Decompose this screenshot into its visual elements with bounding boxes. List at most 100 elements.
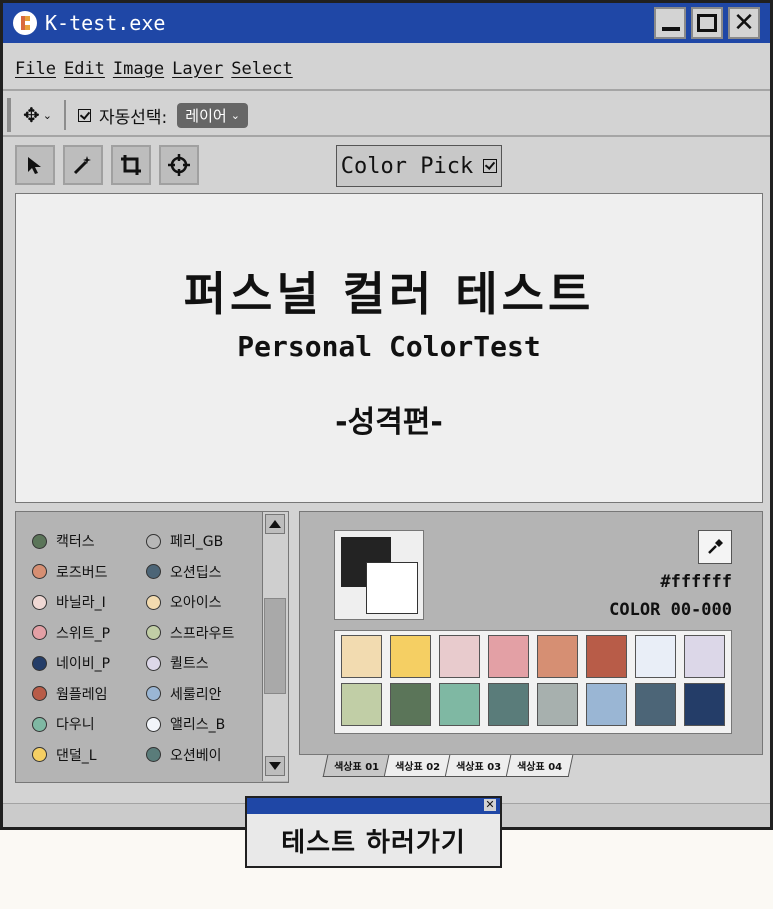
color-dot-icon	[32, 564, 47, 580]
color-swatch[interactable]	[586, 635, 627, 678]
color-dot-icon	[146, 655, 161, 671]
color-list-panel: 캑터스 로즈버드 바닐라_I 스위트_P 네이비_P 웜플레임 다우니 댄덜_L…	[15, 511, 289, 783]
target-tool-button[interactable]	[159, 145, 199, 185]
minimize-icon	[662, 27, 680, 31]
move-icon: ✥	[23, 103, 40, 127]
page-subtitle: Personal ColorTest	[237, 330, 541, 363]
color-swatch[interactable]	[684, 635, 725, 678]
move-tool-dropdown[interactable]: ✥ ⌄	[23, 103, 52, 127]
list-item[interactable]: 세룰리안	[146, 679, 234, 710]
color-dot-icon	[32, 747, 47, 763]
color-dot-icon	[146, 747, 161, 763]
swatch-grid	[334, 630, 732, 734]
menu-edit[interactable]: Edit	[64, 59, 105, 79]
color-pick-label: Color Pick	[340, 153, 474, 179]
fg-bg-swatch[interactable]	[334, 530, 424, 620]
list-item[interactable]: 오아이스	[146, 587, 234, 618]
options-toolbar: ✥ ⌄ 자동선택: 레이어 ⌄	[3, 95, 770, 137]
color-dot-icon	[32, 716, 47, 732]
color-swatch[interactable]	[488, 635, 529, 678]
list-item[interactable]: 댄덜_L	[32, 740, 110, 771]
menu-image[interactable]: Image	[113, 59, 164, 79]
color-dot-icon	[32, 686, 47, 702]
list-scrollbar[interactable]	[262, 512, 288, 781]
chevron-down-icon: ⌄	[230, 108, 240, 122]
start-test-button[interactable]: 테스트 하러가기	[247, 822, 500, 859]
layer-select-value: 레이어	[185, 106, 227, 125]
menu-select[interactable]: Select	[231, 59, 292, 79]
start-test-dialog[interactable]: ✕ 테스트 하러가기	[245, 796, 502, 868]
list-item[interactable]: 퀼트스	[146, 648, 234, 679]
scroll-up-button[interactable]	[265, 514, 285, 534]
color-swatch[interactable]	[684, 683, 725, 726]
list-item[interactable]: 스위트_P	[32, 618, 110, 649]
color-swatch[interactable]	[390, 683, 431, 726]
close-button[interactable]: ✕	[728, 7, 760, 39]
color-dot-icon	[32, 594, 47, 610]
minimize-button[interactable]	[654, 7, 686, 39]
color-swatch[interactable]	[635, 635, 676, 678]
list-item[interactable]: 스프라우트	[146, 618, 234, 649]
crosshair-icon	[168, 154, 190, 176]
color-dot-icon	[32, 625, 47, 641]
tab-palette-04[interactable]: 색상표 04	[505, 755, 574, 777]
color-swatch[interactable]	[341, 635, 382, 678]
color-swatch[interactable]	[586, 683, 627, 726]
color-swatch[interactable]	[537, 635, 578, 678]
page-title: 퍼스널 컬러 테스트	[183, 267, 595, 321]
arrow-cursor-icon	[28, 157, 41, 174]
color-dot-icon	[32, 533, 47, 549]
tab-palette-02[interactable]: 색상표 02	[383, 755, 452, 777]
auto-select-label: 자동선택:	[98, 107, 168, 128]
eyedropper-button[interactable]	[698, 530, 732, 564]
app-logo-icon	[13, 11, 37, 35]
list-item[interactable]: 로즈버드	[32, 557, 110, 588]
color-dot-icon	[146, 594, 161, 610]
color-swatch[interactable]	[537, 683, 578, 726]
menu-layer[interactable]: Layer	[172, 59, 223, 79]
color-swatch[interactable]	[439, 683, 480, 726]
hex-value: #ffffff	[660, 572, 732, 592]
list-item[interactable]: 페리_GB	[146, 526, 234, 557]
auto-select-checkbox[interactable]: 자동선택:	[77, 103, 168, 128]
crop-icon	[121, 155, 141, 175]
color-swatch[interactable]	[341, 683, 382, 726]
maximize-button[interactable]	[691, 7, 723, 39]
layer-select-dropdown[interactable]: 레이어 ⌄	[177, 102, 248, 128]
magic-wand-tool-button[interactable]	[63, 145, 103, 185]
color-pick-button[interactable]: Color Pick	[336, 145, 502, 187]
toolbar-grip[interactable]	[7, 98, 11, 132]
scroll-thumb[interactable]	[264, 598, 286, 694]
window-title: K-test.exe	[45, 11, 166, 35]
color-picker-panel: #ffffff COLOR 00-000	[299, 511, 763, 755]
maximize-icon	[697, 14, 717, 32]
list-item[interactable]: 오션딥스	[146, 557, 234, 588]
background-color-swatch[interactable]	[366, 562, 418, 614]
close-icon[interactable]: ✕	[484, 799, 496, 811]
tab-palette-01[interactable]: 색상표 01	[322, 755, 391, 777]
color-code: COLOR 00-000	[609, 600, 732, 620]
list-item[interactable]: 웜플레임	[32, 679, 110, 710]
color-swatch[interactable]	[635, 683, 676, 726]
tab-palette-03[interactable]: 색상표 03	[444, 755, 513, 777]
list-item[interactable]: 앨리스_B	[146, 709, 234, 740]
title-bar[interactable]: K-test.exe ✕	[3, 3, 770, 43]
color-swatch[interactable]	[390, 635, 431, 678]
select-tool-button[interactable]	[15, 145, 55, 185]
edition-label: -성격편-	[335, 405, 443, 440]
crop-tool-button[interactable]	[111, 145, 151, 185]
list-item[interactable]: 다우니	[32, 709, 110, 740]
color-swatch[interactable]	[488, 683, 529, 726]
menu-file[interactable]: File	[15, 59, 56, 79]
scroll-down-button[interactable]	[265, 756, 285, 776]
list-item[interactable]: 네이비_P	[32, 648, 110, 679]
palette-tabs: 색상표 01 색상표 02 색상표 03 색상표 04	[322, 755, 574, 777]
color-dot-icon	[146, 564, 161, 580]
chevron-down-icon: ⌄	[42, 108, 52, 122]
color-swatch[interactable]	[439, 635, 480, 678]
list-item[interactable]: 오션베이	[146, 740, 234, 771]
triangle-up-icon	[269, 520, 281, 528]
list-item[interactable]: 캑터스	[32, 526, 110, 557]
color-list-right: 페리_GB 오션딥스 오아이스 스프라우트 퀼트스 세룰리안 앨리스_B 오션베…	[146, 526, 234, 770]
list-item[interactable]: 바닐라_I	[32, 587, 110, 618]
